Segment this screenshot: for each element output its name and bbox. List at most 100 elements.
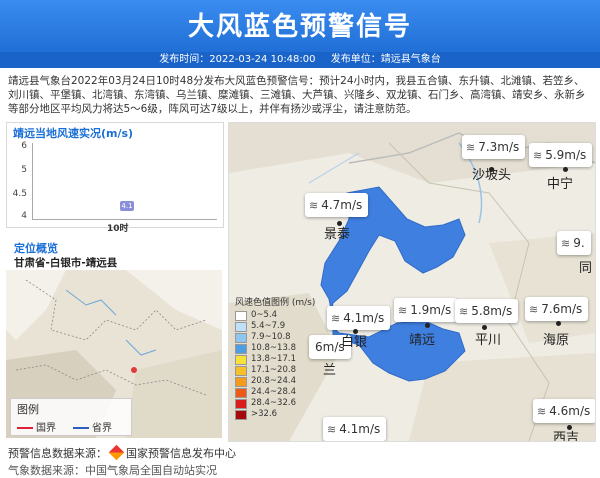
- y-tick: 5: [21, 165, 27, 175]
- wind-station-value: 7.6m/s: [541, 302, 583, 316]
- overview-minimap[interactable]: 图例 国界 省界: [6, 270, 222, 438]
- wind-legend-swatch: [235, 409, 247, 420]
- y-tick: 6: [21, 141, 27, 151]
- city-marker: [556, 321, 561, 326]
- wind-legend-swatch: [235, 365, 247, 376]
- wind-legend-row: 7.9~10.8: [235, 332, 325, 343]
- wind-legend-label: 10.8~13.8: [251, 343, 296, 353]
- wind-legend-label: 0~5.4: [251, 310, 278, 320]
- location-overview-title: 定位概览: [14, 242, 58, 255]
- source-label: 预警信息数据来源：: [8, 447, 107, 460]
- footer-source: 预警信息数据来源： 国家预警信息发布中心: [8, 444, 236, 461]
- wind-speed-panel-title: 靖远当地风速实况(m/s): [13, 127, 134, 140]
- location-name: 甘肃省-白银市-靖远县: [14, 257, 118, 269]
- wind-legend-swatch: [235, 376, 247, 387]
- wind-station-value: 7.3m/s: [478, 140, 520, 154]
- wind-station-value: 4.1m/s: [343, 311, 385, 325]
- wind-station-value: 9.: [573, 236, 585, 250]
- wind-station-label[interactable]: ≋ 7.6m/s: [525, 297, 589, 321]
- wind-station-label[interactable]: ≋ 5.9m/s: [529, 143, 593, 167]
- wind-icon: ≋: [309, 199, 319, 212]
- wind-icon: ≋: [561, 237, 571, 250]
- y-tick: 4.5: [12, 189, 27, 199]
- wind-icon: ≋: [537, 405, 547, 418]
- wind-station-label[interactable]: ≋ 4.1m/s: [323, 417, 387, 441]
- provincial-border-label: 省界: [92, 423, 112, 434]
- wind-legend-row: 24.4~28.4: [235, 387, 325, 398]
- legend-item-national-border: 国界: [17, 419, 56, 434]
- wind-legend-swatch: [235, 332, 247, 343]
- x-tick: 10时: [107, 224, 129, 234]
- wind-station-value: 5.8m/s: [471, 304, 513, 318]
- wind-legend-label: 20.8~24.4: [251, 376, 296, 386]
- wind-data-point[interactable]: 4.1: [120, 201, 134, 211]
- wind-icon: ≋: [331, 312, 341, 325]
- wind-legend-row: 5.4~7.9: [235, 321, 325, 332]
- wind-station-value: 4.1m/s: [339, 422, 381, 436]
- wind-legend-rows: 0~5.4 5.4~7.9 7.9~10.8 10.8~13.8 13.8~17.1 17…: [235, 310, 325, 420]
- national-border-swatch: [17, 427, 33, 429]
- wind-legend-swatch: [235, 343, 247, 354]
- wind-icon: ≋: [398, 304, 408, 317]
- city-label: 沙坡头: [472, 168, 512, 183]
- wind-station-label[interactable]: ≋ 7.3m/s: [462, 135, 526, 159]
- minimap-legend: 图例 国界 省界: [10, 398, 132, 436]
- publisher: 发布单位：靖远县气象台: [330, 54, 441, 65]
- wind-icon: ≋: [533, 149, 543, 162]
- wind-station-label[interactable]: ≋ 5.8m/s: [455, 299, 519, 323]
- wind-legend-label: 7.9~10.8: [251, 332, 291, 342]
- wind-station-value: 5.9m/s: [545, 148, 587, 162]
- wind-station-value: 4.7m/s: [321, 198, 363, 212]
- legend-item-provincial-border: 省界: [73, 419, 112, 434]
- wind-legend-row: 28.4~32.6: [235, 398, 325, 409]
- warning-map[interactable]: ≋ 7.3m/s ≋ 5.9m/s ≋ 4.7m/s ≋ 9. ≋ 1.9m/s ≋ 4.1…: [228, 122, 596, 442]
- wind-station-label[interactable]: ≋ 9.: [557, 231, 591, 255]
- provincial-border-swatch: [73, 427, 89, 429]
- wind-legend-row: 0~5.4: [235, 310, 325, 321]
- city-label: 中宁: [547, 177, 574, 192]
- footer-weather-source: 气象数据来源：中国气象局全国自动站实况: [8, 464, 217, 477]
- city-label: 海原: [543, 333, 570, 348]
- wind-station-label[interactable]: ≋ 4.7m/s: [305, 193, 369, 217]
- wind-station-label[interactable]: ≋ 1.9m/s: [394, 298, 458, 322]
- national-border-label: 国界: [36, 423, 56, 434]
- warning-title: 大风蓝色预警信号: [187, 12, 412, 42]
- city-label: 平川: [475, 333, 502, 348]
- warning-description: 靖远县气象台2022年03月24日10时48分发布大风蓝色预警信号：预计24小时…: [8, 75, 586, 115]
- wind-legend-label: >32.6: [251, 409, 278, 419]
- wind-legend-row: 13.8~17.1: [235, 354, 325, 365]
- city-label: 同: [579, 261, 593, 276]
- y-tick: 4: [21, 211, 27, 221]
- wind-legend-swatch: [235, 354, 247, 365]
- publish-time: 发布时间：2022-03-24 10:48:00: [159, 54, 316, 65]
- source-name[interactable]: 国家预警信息发布中心: [126, 447, 236, 460]
- wind-icon: ≋: [529, 303, 539, 316]
- wind-legend-row: 10.8~13.8: [235, 343, 325, 354]
- wind-speed-panel: 靖远当地风速实况(m/s) 6 5 4.5 4 10时 4.1: [6, 122, 224, 234]
- wind-station-value: 1.9m/s: [410, 303, 452, 317]
- wind-color-legend: 风速色值图例 (m/s) 0~5.4 5.4~7.9 7.9~10.8 10.8~13…: [235, 295, 325, 420]
- minimap-legend-title: 图例: [17, 403, 39, 416]
- wind-legend-swatch: [235, 310, 247, 321]
- wind-station-value: 4.6m/s: [549, 404, 591, 418]
- wind-legend-row: 17.1~20.8: [235, 365, 325, 376]
- wind-legend-row: 20.8~24.4: [235, 376, 325, 387]
- wind-icon: ≋: [327, 423, 337, 436]
- wind-station-label[interactable]: ≋ 4.6m/s: [533, 399, 595, 423]
- wind-legend-swatch: [235, 321, 247, 332]
- y-axis: [32, 143, 33, 219]
- wind-legend-label: 28.4~32.6: [251, 398, 296, 408]
- wind-legend-label: 17.1~20.8: [251, 365, 296, 375]
- wind-legend-title: 风速色值图例 (m/s): [235, 298, 316, 308]
- wind-station-label[interactable]: ≋ 4.1m/s: [327, 306, 391, 330]
- wind-legend-label: 24.4~28.4: [251, 387, 296, 397]
- city-label: 景泰: [324, 227, 351, 242]
- warning-center-logo-icon: [108, 444, 125, 461]
- city-label: 西吉: [553, 431, 580, 442]
- wind-icon: ≋: [466, 141, 476, 154]
- wind-icon: ≋: [459, 305, 469, 318]
- wind-legend-label: 13.8~17.1: [251, 354, 296, 364]
- x-axis: [32, 219, 217, 220]
- city-marker: [563, 167, 568, 172]
- wind-legend-swatch: [235, 387, 247, 398]
